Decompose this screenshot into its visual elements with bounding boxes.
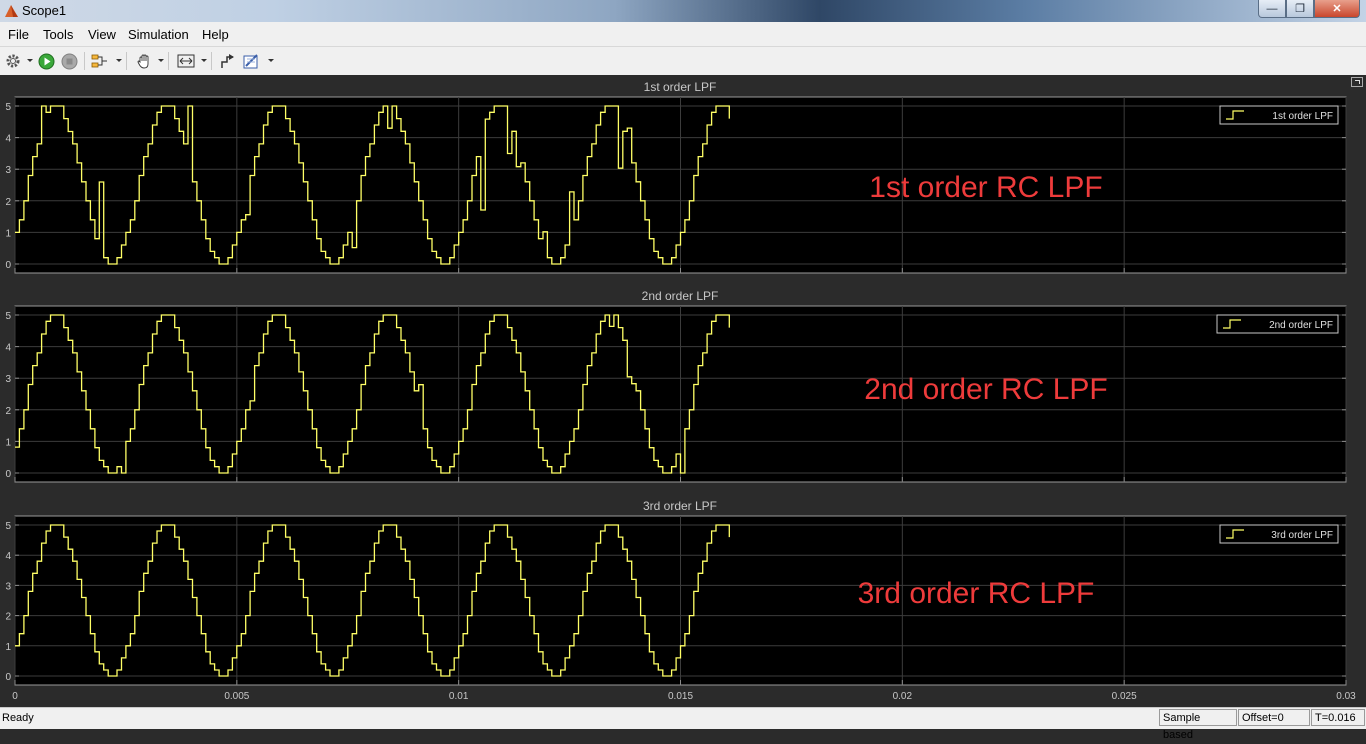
parameters-button[interactable] xyxy=(4,52,22,70)
status-bar: Ready Sample based Offset=0 T=0.016 xyxy=(0,707,1366,741)
menu-file[interactable]: File xyxy=(8,27,29,42)
y-tick-label: 1 xyxy=(5,642,11,653)
signal-selector-button[interactable] xyxy=(91,52,109,70)
y-tick-label: 0 xyxy=(5,260,11,271)
style-button[interactable] xyxy=(219,52,237,70)
y-tick-label: 5 xyxy=(5,311,11,322)
zoom-fit-icon xyxy=(177,54,195,68)
toolbar xyxy=(0,47,1366,76)
y-tick-label: 3 xyxy=(5,581,11,592)
legend[interactable]: 2nd order LPF xyxy=(1216,314,1339,334)
menu-bar: File Tools View Simulation Help xyxy=(0,22,1366,47)
restore-icon: ❐ xyxy=(1295,3,1305,15)
pan-hand-icon xyxy=(137,54,148,68)
gear-icon xyxy=(6,54,20,68)
y-tick-label: 0 xyxy=(5,672,11,683)
zoom-fit-button[interactable] xyxy=(177,52,195,70)
y-tick-label: 4 xyxy=(5,343,11,354)
x-tick-label: 0.015 xyxy=(668,691,693,702)
status-offset: Offset=0 xyxy=(1238,709,1310,726)
x-tick-label: 0.01 xyxy=(449,691,469,702)
signal-icon xyxy=(91,54,107,68)
run-button[interactable] xyxy=(37,52,55,70)
y-tick-label: 3 xyxy=(5,165,11,176)
x-tick-label: 0.005 xyxy=(224,691,249,702)
matlab-scope-icon xyxy=(5,5,18,17)
y-tick-label: 2 xyxy=(5,406,11,417)
y-tick-label: 1 xyxy=(5,437,11,448)
x-tick-label: 0.025 xyxy=(1112,691,1137,702)
y-tick-label: 4 xyxy=(5,551,11,562)
x-tick-label: 0.02 xyxy=(893,691,913,702)
status-ready: Ready xyxy=(2,712,34,724)
menu-help[interactable]: Help xyxy=(202,27,229,42)
measure-button[interactable] xyxy=(243,52,261,70)
pan-button[interactable] xyxy=(135,52,153,70)
y-tick-label: 5 xyxy=(5,521,11,532)
legend-label: 1st order LPF xyxy=(1272,111,1333,122)
annotation-label-1: 1st order RC LPF xyxy=(869,171,1102,204)
menu-tools[interactable]: Tools xyxy=(43,27,73,42)
scope-axes-1[interactable]: 0 1 2 3 4 5 1st order LPF 1st order RC LPF xyxy=(5,96,1347,274)
run-icon xyxy=(38,53,54,69)
menu-view[interactable]: View xyxy=(88,27,116,42)
legend-label: 3rd order LPF xyxy=(1271,530,1333,541)
y-tick-label: 3 xyxy=(5,374,11,385)
minimize-button[interactable]: — xyxy=(1258,0,1286,18)
x-tick-label: 0.03 xyxy=(1336,691,1356,702)
window-titlebar[interactable]: Scope1 — ❐ ✕ xyxy=(0,0,1366,22)
style-icon xyxy=(220,53,234,68)
x-tick-label: 0 xyxy=(12,691,18,702)
legend[interactable]: 3rd order LPF xyxy=(1219,524,1339,544)
stop-button[interactable] xyxy=(60,52,78,70)
status-sample-mode: Sample based xyxy=(1159,709,1237,741)
minimize-icon: — xyxy=(1266,2,1278,15)
y-tick-label: 4 xyxy=(5,134,11,145)
maximize-button[interactable]: ❐ xyxy=(1286,0,1314,18)
y-tick-label: 5 xyxy=(5,102,11,113)
stop-icon xyxy=(61,53,77,69)
scope-plots: 0 1 2 3 4 5 1st order LPF 1st order RC LPF 0 1 2 3 4… xyxy=(5,96,1356,702)
scope-axes-2[interactable]: 0 1 2 3 4 5 2nd order LPF 2nd order RC LPF xyxy=(5,305,1347,483)
legend-label: 2nd order LPF xyxy=(1269,320,1333,331)
y-tick-label: 1 xyxy=(5,228,11,239)
y-tick-label: 2 xyxy=(5,612,11,623)
y-tick-label: 2 xyxy=(5,197,11,208)
y-tick-label: 0 xyxy=(5,469,11,480)
window-title: Scope1 xyxy=(22,3,67,18)
close-button[interactable]: ✕ xyxy=(1314,0,1360,18)
measure-icon xyxy=(243,53,258,68)
annotation-label-2: 2nd order RC LPF xyxy=(864,373,1107,406)
close-icon: ✕ xyxy=(1332,3,1342,15)
scope-axes-3[interactable]: 0 0.005 0.01 0.015 0.02 0.025 0.03 0 1 2 3 4 5 3rd or… xyxy=(5,515,1356,702)
annotation-label-3: 3rd order RC LPF xyxy=(858,577,1095,610)
status-time: T=0.016 xyxy=(1311,709,1365,726)
legend[interactable]: 1st order LPF xyxy=(1219,105,1339,125)
menu-simulation[interactable]: Simulation xyxy=(128,27,189,42)
